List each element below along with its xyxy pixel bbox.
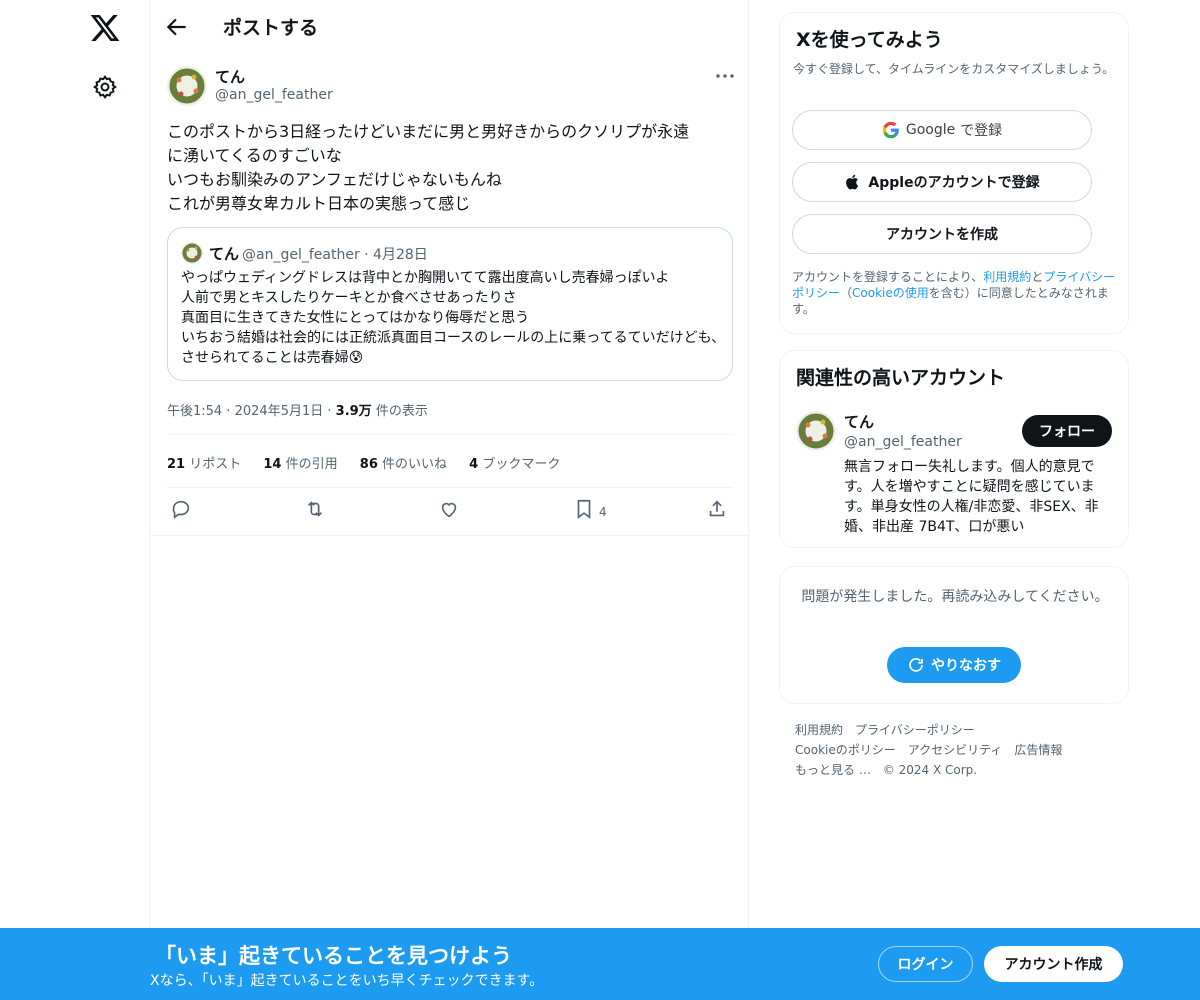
reposts-stat[interactable]: 21 リポスト [167, 457, 241, 472]
footer-cookie-link[interactable]: Cookieのポリシー [795, 743, 896, 757]
signup-card: Xを使ってみよう 今すぐ登録して、タイムラインをカスタマイズしましょう。 Goo… [779, 12, 1129, 334]
apple-signup-label: Appleのアカウントで登録 [868, 175, 1040, 191]
apple-signup-button[interactable]: Appleのアカウントで登録 [792, 162, 1092, 202]
error-message: 問題が発生しました。再読み込みしてください。 [801, 589, 1109, 605]
divider [167, 434, 733, 435]
legal-text: アカウントを登録することにより、利用規約とプライバシーポリシー（Cookieの使… [792, 270, 1116, 316]
views-label: 件の表示 [375, 404, 428, 419]
divider [150, 535, 750, 536]
signup-title: Xを使ってみよう [796, 29, 943, 51]
reply-icon[interactable] [170, 498, 194, 524]
post-stats: 21 リポスト 14 件の引用 86 件のいいね 4 ブックマーク [167, 453, 578, 472]
related-title: 関連性の高いアカウント [796, 367, 1006, 389]
bookmarks-stat[interactable]: 4 ブックマーク [469, 457, 560, 472]
error-card: 問題が発生しました。再読み込みしてください。 やりなおす [779, 566, 1129, 704]
cookie-link[interactable]: Cookieの使用 [852, 286, 929, 300]
retry-button[interactable]: やりなおす [887, 647, 1021, 683]
views-count: 3.9万 [335, 404, 372, 419]
related-accounts-card: 関連性の高いアカウント てん @an_gel_feather フォロー 無言フォ… [779, 350, 1129, 548]
post-meta: 午後1:54 · 2024年5月1日 · 3.9万 件の表示 [167, 404, 428, 419]
post-author: てん @an_gel_feather [167, 66, 734, 106]
bookmark-count: 4 [599, 505, 607, 519]
main-column: ポストする てん @an_gel_feather このポストから3日経ったけどい… [149, 0, 750, 1000]
quote-text: やっぱウェディングドレスは背中とか胸開いてて露出度高いし売春婦っぽいよ 人前で男… [181, 270, 726, 366]
share-icon[interactable] [706, 498, 730, 524]
quote-author-handle: @an_gel_feather · 4月28日 [242, 247, 428, 263]
banner-create-account-button[interactable]: アカウント作成 [984, 946, 1123, 982]
quotes-stat[interactable]: 14 件の引用 [263, 457, 337, 472]
terms-link[interactable]: 利用規約 [983, 270, 1031, 284]
more-horizontal-icon[interactable] [713, 66, 737, 86]
post-time[interactable]: 午後1:54 [167, 404, 222, 419]
banner-title: 「いま」起きていることを見つけよう [155, 944, 512, 968]
related-handle[interactable]: @an_gel_feather [844, 434, 962, 450]
post-text: このポストから3日経ったけどいまだに男と男好きからのクソリプが永遠 に湧いてくる… [167, 122, 690, 213]
retry-label: やりなおす [931, 658, 1001, 674]
quoted-post[interactable]: てん @an_gel_feather · 4月28日 やっぱウェディングドレスは… [167, 227, 733, 381]
avatar[interactable] [167, 66, 207, 106]
related-bio: 無言フォロー失礼します。個人的意見です。人を増やすことに疑問を感じています。単身… [844, 459, 1099, 535]
avatar[interactable] [796, 411, 836, 451]
google-signup-button[interactable]: Google で登録 [792, 110, 1092, 150]
avatar [181, 242, 203, 264]
follow-button[interactable]: フォロー [1022, 415, 1112, 447]
post-date[interactable]: 2024年5月1日 [235, 404, 324, 419]
google-icon [882, 121, 900, 139]
likes-stat[interactable]: 86 件のいいね [360, 457, 447, 472]
related-name[interactable]: てん [844, 411, 874, 432]
footer-copyright: © 2024 X Corp. [882, 763, 978, 777]
refresh-icon [907, 656, 925, 674]
footer-more-link[interactable]: もっと見る … [795, 763, 871, 777]
footer-links: 利用規約 プライバシーポリシー Cookieのポリシー アクセシビリティ 広告情報 も… [795, 720, 1115, 780]
divider [167, 487, 733, 488]
author-name[interactable]: てん [215, 66, 245, 87]
footer-accessibility-link[interactable]: アクセシビリティ [908, 743, 1003, 757]
footer-ads-link[interactable]: 広告情報 [1014, 743, 1062, 757]
apple-icon [844, 173, 862, 191]
author-handle[interactable]: @an_gel_feather [215, 87, 333, 103]
post-actions: 4 [167, 498, 733, 524]
footer-terms-link[interactable]: 利用規約 [795, 723, 843, 737]
page-header: ポストする [150, 0, 750, 53]
arrow-left-icon[interactable] [164, 14, 190, 40]
banner-subtitle: Xなら、「いま」起きていることをいち早くチェックできます。 [150, 973, 544, 989]
login-button[interactable]: ログイン [878, 946, 973, 982]
heart-icon[interactable] [438, 498, 462, 524]
x-logo-icon[interactable] [88, 12, 122, 44]
signup-subtitle: 今すぐ登録して、タイムラインをカスタマイズしましょう。 [793, 62, 1115, 76]
google-signup-label: で登録 [960, 123, 1003, 139]
left-nav [0, 0, 150, 1000]
create-account-button[interactable]: アカウントを作成 [792, 214, 1092, 254]
page-title: ポストする [223, 17, 319, 39]
signup-banner: 「いま」起きていることを見つけよう Xなら、「いま」起きていることをいち早くチェ… [0, 928, 1200, 1000]
repost-icon[interactable] [304, 498, 328, 524]
google-brand: Google [905, 122, 956, 138]
gear-icon[interactable] [92, 74, 118, 100]
quote-author-name: てん [209, 245, 240, 263]
footer-privacy-link[interactable]: プライバシーポリシー [855, 723, 975, 737]
bookmark-icon[interactable] [573, 498, 597, 524]
